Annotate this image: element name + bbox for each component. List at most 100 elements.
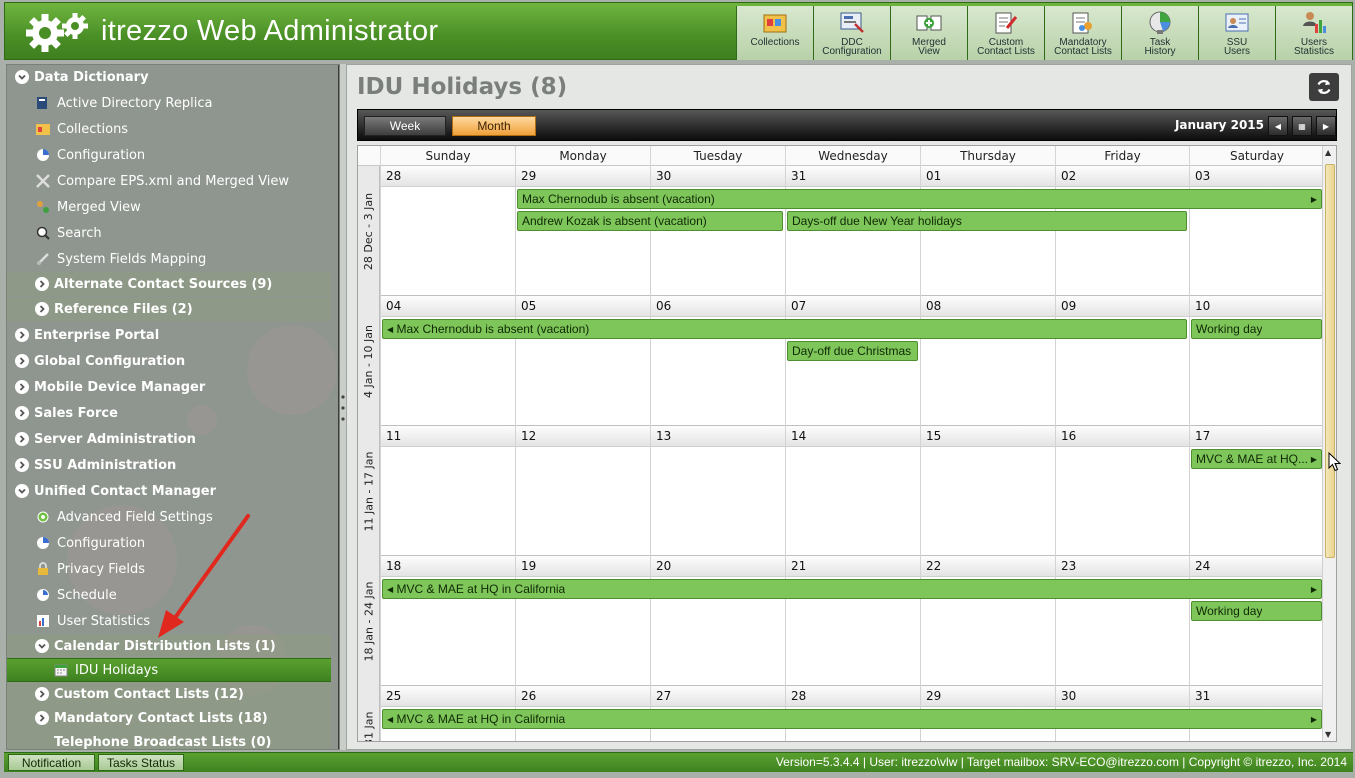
calendar-event[interactable]: Day-off due Christmas [787,341,918,361]
calendar-event[interactable]: ◀ MVC & MAE at HQ in California ▶ [382,709,1322,729]
sidebar-item-server-administration[interactable]: Server Administration [7,427,331,451]
sidebar-item-sales-force[interactable]: Sales Force [7,401,331,425]
week-label[interactable]: 28 Dec - 3 Jan [358,166,380,296]
day-cell[interactable]: 09 [1055,296,1189,426]
scrollbar-thumb[interactable] [1325,164,1335,558]
day-cell[interactable]: 16 [1055,426,1189,556]
chevron-right-icon[interactable] [35,711,49,725]
toolbar-mandatory-contact-lists-button[interactable]: Mandatory Contact Lists [1044,6,1121,60]
chevron-right-icon[interactable] [35,277,49,291]
day-number[interactable]: 29 [921,686,1055,707]
toolbar-ssu-users-button[interactable]: SSU Users [1198,6,1275,60]
day-number[interactable]: 21 [786,556,920,577]
sidebar-item-alternate-contact-sources[interactable]: Alternate Contact Sources (9) [7,272,331,296]
chevron-right-icon[interactable] [15,328,29,342]
day-number[interactable]: 19 [516,556,650,577]
day-number[interactable]: 18 [381,556,515,577]
day-cell[interactable]: 17 [1189,426,1324,556]
toolbar-collections-button[interactable]: Collections [736,6,813,60]
day-number[interactable]: 24 [1190,556,1324,577]
week-label[interactable]: 18 Jan - 24 Jan [358,556,380,686]
day-number[interactable]: 20 [651,556,785,577]
day-cell[interactable]: 05 [515,296,650,426]
sidebar-item-reference-files[interactable]: Reference Files (2) [7,297,331,321]
sidebar-item-merged-view[interactable]: Merged View [7,195,331,219]
day-cell[interactable]: 01 [920,166,1055,296]
day-number[interactable]: 17 [1190,426,1324,447]
sidebar-item-search[interactable]: Search [7,221,331,245]
tab-month[interactable]: Month [452,116,536,136]
day-number[interactable]: 04 [381,296,515,317]
day-cell[interactable]: 12 [515,426,650,556]
day-number[interactable]: 31 [1190,686,1324,707]
chevron-right-icon[interactable] [15,406,29,420]
calendar-event[interactable]: Working day [1191,319,1322,339]
day-cell[interactable]: 02 [1055,166,1189,296]
chevron-right-icon[interactable] [35,302,49,316]
today-button[interactable]: ▦ [1292,116,1312,136]
day-cell[interactable]: 07 [785,296,920,426]
calendar-event[interactable]: ◀ MVC & MAE at HQ in California ▶ [382,579,1322,599]
prev-month-button[interactable]: ◀ [1268,116,1288,136]
day-number[interactable]: 29 [516,166,650,187]
calendar-event[interactable]: Max Chernodub is absent (vacation) ▶ [517,189,1322,209]
day-number[interactable]: 06 [651,296,785,317]
sidebar-item-global-configuration[interactable]: Global Configuration [7,349,331,373]
calendar-event[interactable]: ◀ Max Chernodub is absent (vacation) [382,319,1187,339]
calendar-event[interactable]: Days-off due New Year holidays [787,211,1187,231]
chevron-right-icon[interactable] [15,354,29,368]
day-number[interactable]: 30 [1056,686,1189,707]
day-number[interactable]: 28 [381,166,515,187]
day-number[interactable]: 28 [786,686,920,707]
day-cell[interactable]: 24 [1189,556,1324,686]
day-number[interactable]: 31 [786,166,920,187]
sidebar-item-compare-eps-xml-and-merged-view[interactable]: Compare EPS.xml and Merged View [7,169,331,193]
week-label[interactable]: 25 Jan - 31 Jan [358,686,380,741]
toolbar-merged-view-button[interactable]: Merged View [890,6,967,60]
day-cell[interactable]: 15 [920,426,1055,556]
day-number[interactable]: 22 [921,556,1055,577]
day-cell[interactable]: 10 [1189,296,1324,426]
sidebar-item-telephone-broadcast-lists[interactable]: Telephone Broadcast Lists (0) [7,730,331,749]
day-number[interactable]: 16 [1056,426,1189,447]
sidebar-item-enterprise-portal[interactable]: Enterprise Portal [7,323,331,347]
day-cell[interactable]: 20 [650,556,785,686]
chevron-down-icon[interactable] [15,70,29,84]
day-number[interactable]: 10 [1190,296,1324,317]
sidebar-item-collections[interactable]: Collections [7,117,331,141]
week-label[interactable]: 11 Jan - 17 Jan [358,426,380,556]
sidebar-item-mandatory-contact-lists[interactable]: Mandatory Contact Lists (18) [7,706,331,730]
chevron-down-icon[interactable] [35,639,49,653]
day-number[interactable]: 02 [1056,166,1189,187]
calendar-event[interactable]: Working day [1191,601,1322,621]
next-month-button[interactable]: ▶ [1316,116,1336,136]
day-cell[interactable]: 08 [920,296,1055,426]
day-cell[interactable]: 19 [515,556,650,686]
week-label[interactable]: 4 Jan - 10 Jan [358,296,380,426]
calendar-event[interactable]: MVC & MAE at HQ... ▶ [1191,449,1322,469]
day-cell[interactable]: 22 [920,556,1055,686]
toolbar-ddc-configuration-button[interactable]: DDC Configuration [813,6,890,60]
sidebar-item-configuration[interactable]: Configuration [7,143,331,167]
sidebar-item-data-dictionary[interactable]: Data Dictionary [7,65,331,89]
day-number[interactable]: 05 [516,296,650,317]
toolbar-users-statistics-button[interactable]: Users Statistics [1275,6,1352,60]
day-cell[interactable]: 28 [380,166,515,296]
tab-week[interactable]: Week [364,116,446,136]
day-number[interactable]: 12 [516,426,650,447]
calendar-event[interactable]: Andrew Kozak is absent (vacation) [517,211,783,231]
chevron-down-icon[interactable] [15,484,29,498]
day-number[interactable]: 11 [381,426,515,447]
scroll-down-icon[interactable]: ▼ [1325,730,1331,739]
sidebar-item-system-fields-mapping[interactable]: System Fields Mapping [7,247,331,271]
tasks-status-tab[interactable]: Tasks Status [98,754,184,771]
sidebar-item-ssu-administration[interactable]: SSU Administration [7,453,331,477]
sidebar-item-active-directory-replica[interactable]: Active Directory Replica [7,91,331,115]
day-number[interactable]: 25 [381,686,515,707]
notification-tab[interactable]: Notification [8,754,95,771]
day-number[interactable]: 08 [921,296,1055,317]
day-number[interactable]: 14 [786,426,920,447]
toolbar-task-history-button[interactable]: Task History [1121,6,1198,60]
sidebar-item-idu-holidays[interactable]: IDU Holidays [7,658,331,682]
day-cell[interactable]: 06 [650,296,785,426]
